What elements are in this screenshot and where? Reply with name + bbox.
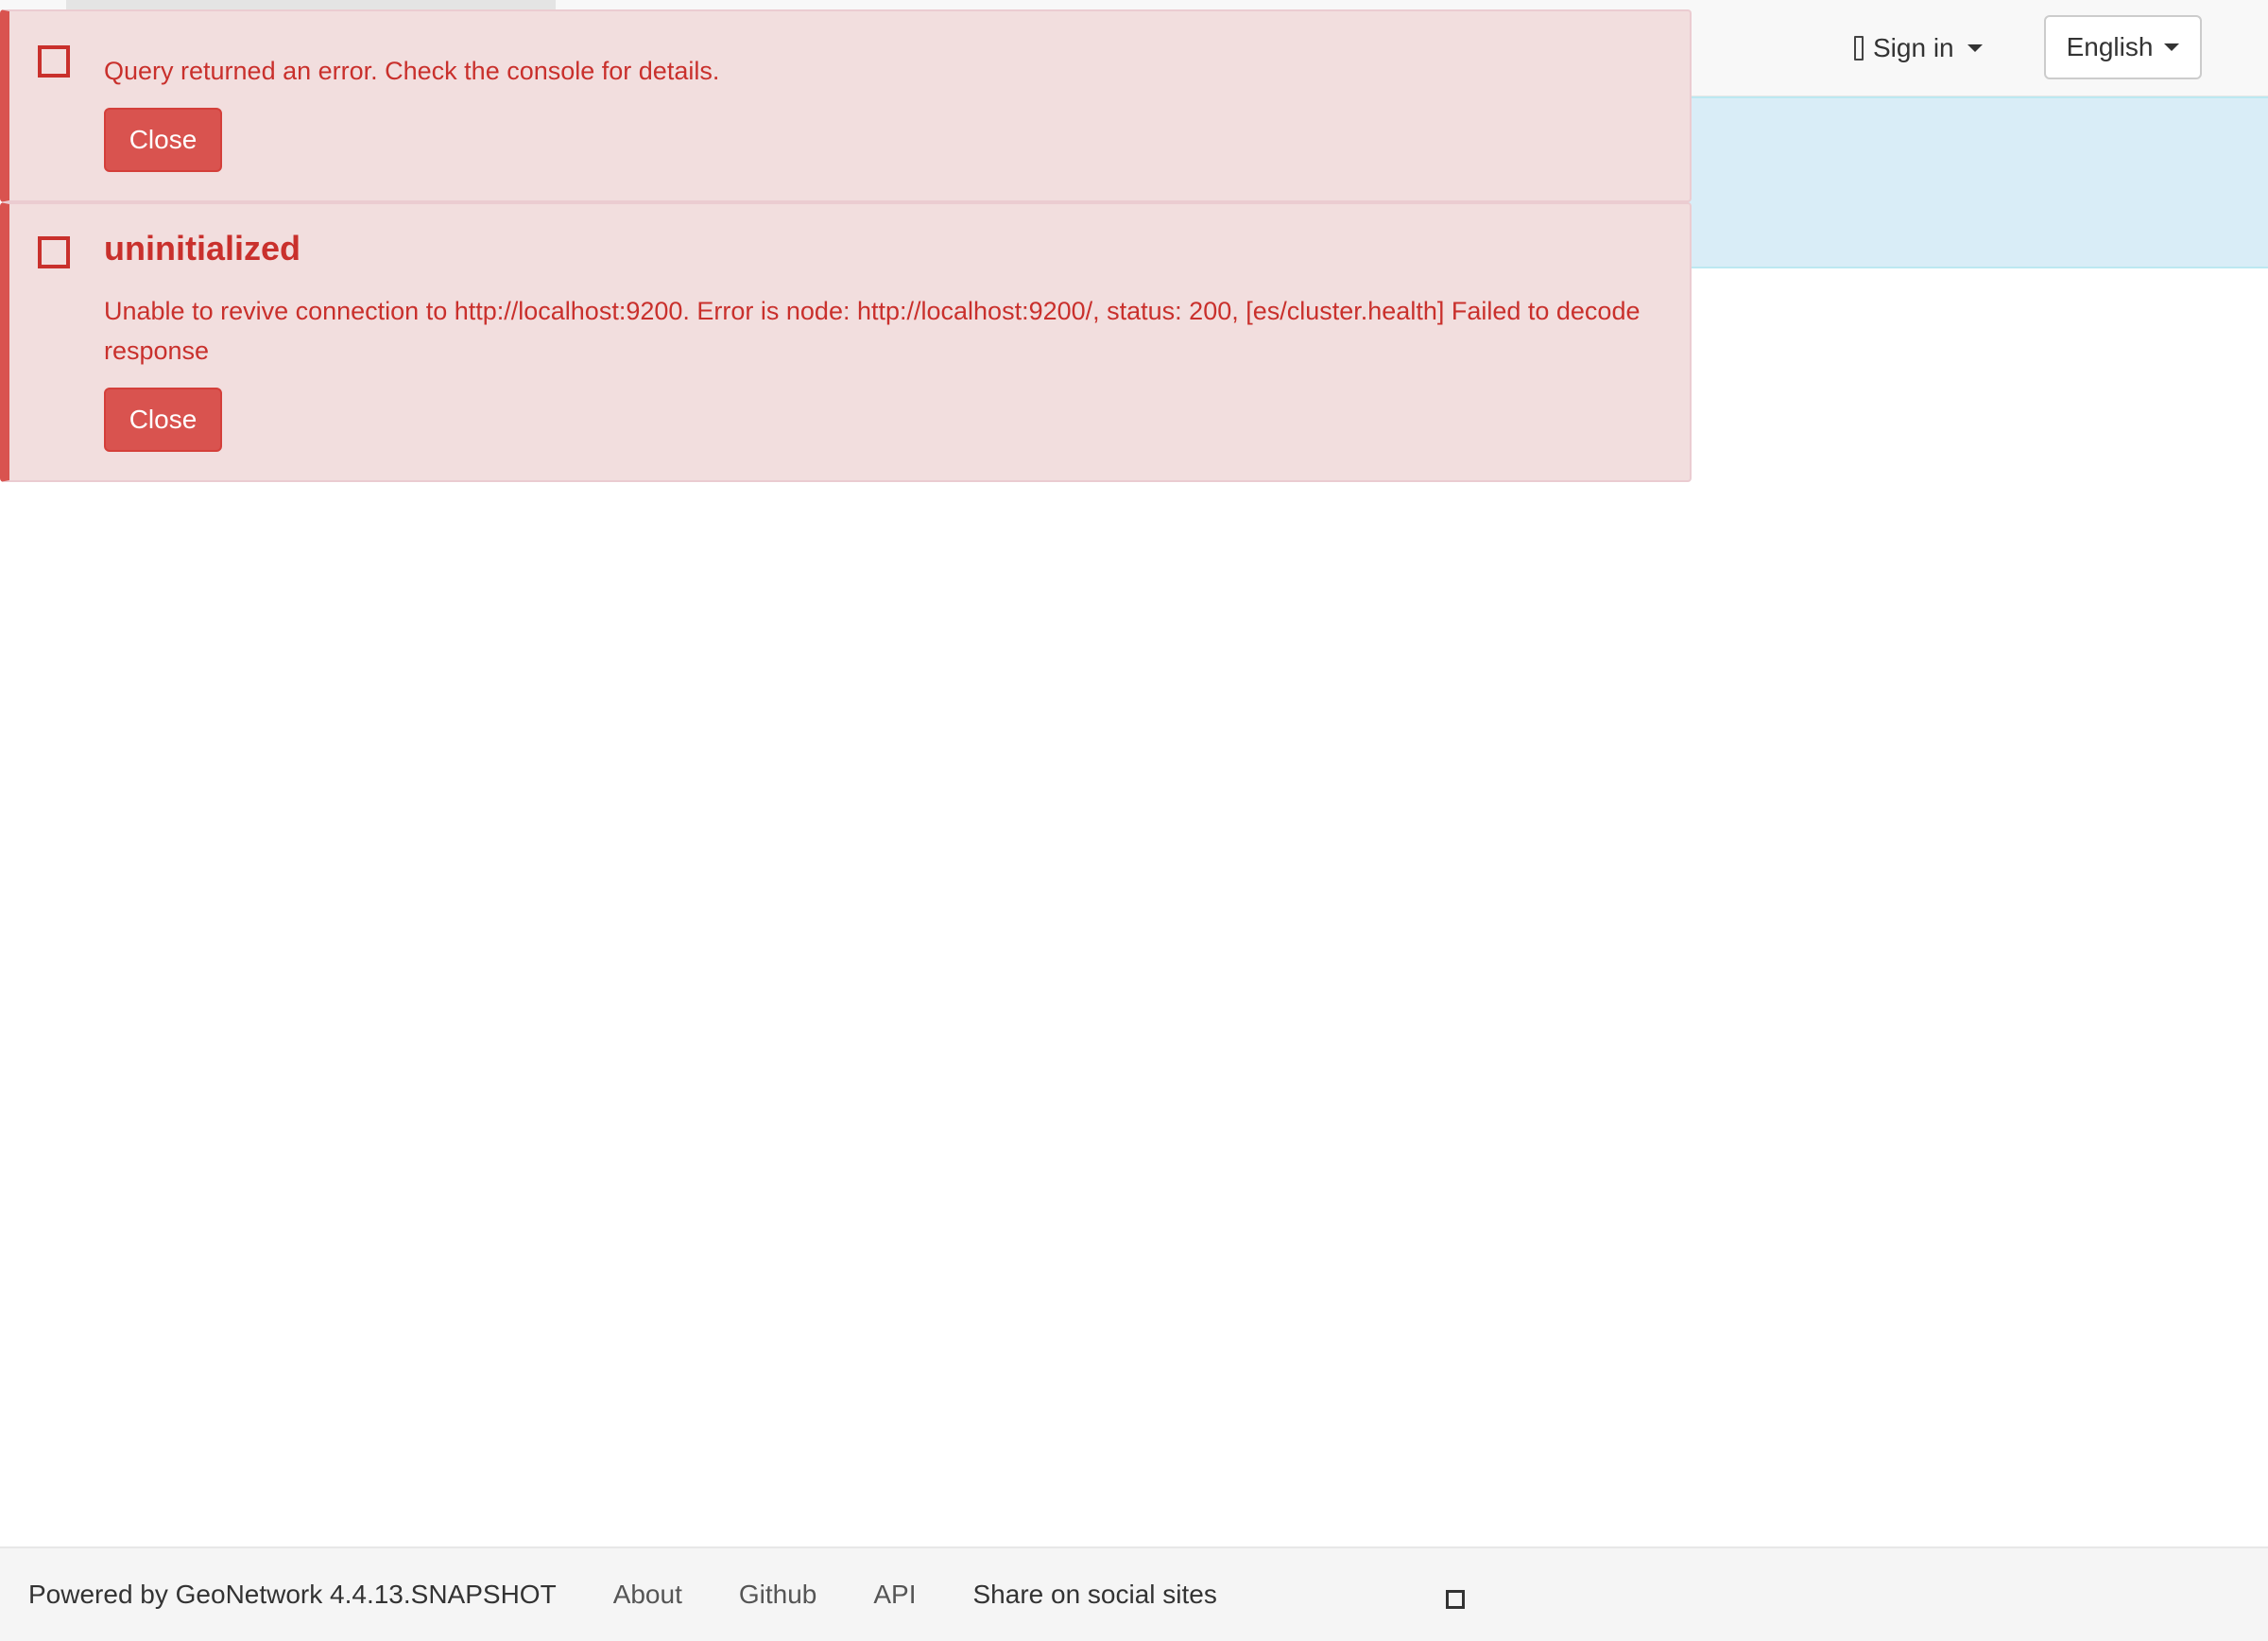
footer-link-about[interactable]: About [613, 1580, 682, 1610]
powered-by-text: Powered by GeoNetwork 4.4.13.SNAPSHOT [28, 1580, 557, 1609]
page: Sign in English Query returned an error.… [0, 0, 2268, 1641]
warning-icon [38, 45, 70, 78]
sign-in-dropdown[interactable]: Sign in [1854, 26, 1983, 70]
nav-tab-stub [66, 0, 556, 9]
close-button[interactable]: Close [104, 388, 222, 452]
alert-message: Unable to revive connection to http://lo… [104, 297, 1641, 365]
error-alert: Query returned an error. Check the conso… [0, 9, 1692, 202]
alert-message: Query returned an error. Check the conso… [104, 57, 720, 85]
close-button[interactable]: Close [104, 108, 222, 172]
user-icon [1854, 36, 1864, 60]
language-dropdown-button[interactable]: English [2044, 15, 2202, 79]
language-label: English [2066, 32, 2154, 61]
footer: Powered by GeoNetwork 4.4.13.SNAPSHOT Ab… [0, 1546, 2268, 1641]
error-alert: uninitialized Unable to revive connectio… [0, 202, 1692, 482]
caret-down-icon [1967, 44, 1983, 52]
share-icon[interactable] [1446, 1590, 1465, 1609]
warning-icon [38, 236, 70, 268]
share-social-link[interactable]: Share on social sites [973, 1580, 1217, 1610]
info-panel [1682, 96, 2268, 268]
caret-down-icon [2164, 43, 2180, 51]
alert-title: uninitialized [104, 229, 301, 268]
sign-in-label: Sign in [1873, 33, 1954, 62]
footer-link-api[interactable]: API [873, 1580, 916, 1610]
footer-link-github[interactable]: Github [739, 1580, 817, 1610]
